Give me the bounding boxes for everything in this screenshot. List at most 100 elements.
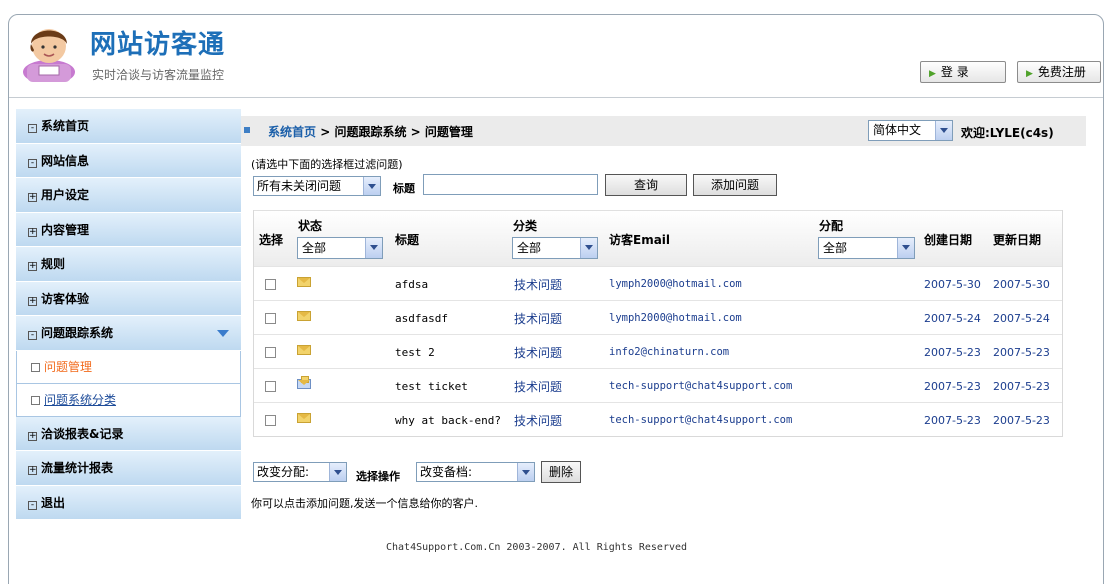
row-created: 2007-5-30 (924, 278, 981, 291)
row-email[interactable]: lymph2000@hotmail.com (609, 312, 742, 324)
header-created: 创建日期 (924, 233, 973, 247)
status-filter-select[interactable]: 所有未关闭问题 (253, 176, 381, 196)
sidebar-item-site-info[interactable]: - 网站信息 (16, 143, 241, 178)
title-filter-input[interactable] (423, 174, 598, 195)
table-row: asdfasdf 技术问题 lymph2000@hotmail.com 2007… (254, 300, 1062, 334)
sidebar-item-label: 内容管理 (41, 222, 90, 237)
dropdown-arrow-icon (897, 238, 914, 258)
envelope-icon (297, 413, 311, 423)
expand-box-icon: + (28, 430, 37, 441)
row-title: test ticket (395, 380, 468, 393)
row-email[interactable]: info2@chinaturn.com (609, 346, 729, 358)
change-assign-value: 改变分配: (257, 465, 310, 479)
collapse-box-icon: - (28, 124, 37, 133)
envelope-icon (297, 277, 311, 287)
header-email: 访客Email (609, 233, 671, 247)
login-label: 登 录 (940, 65, 969, 79)
row-checkbox[interactable] (265, 381, 276, 392)
dropdown-arrow-icon (517, 463, 534, 481)
breadcrumb-separator: > (406, 125, 425, 139)
operation-label: 选择操作 (356, 470, 400, 483)
login-button[interactable]: ▶ 登 录 (920, 61, 1006, 83)
row-category[interactable]: 技术问题 (514, 378, 562, 395)
row-updated: 2007-5-30 (993, 278, 1050, 291)
footer-copyright: Chat4Support.Com.Cn 2003-2007. All Right… (386, 542, 688, 553)
collapse-box-icon: - (28, 158, 37, 168)
register-button[interactable]: ▶ 免费注册 (1017, 61, 1101, 83)
header-divider (9, 97, 1103, 98)
row-updated: 2007-5-24 (993, 312, 1050, 325)
dropdown-arrow-icon (329, 463, 346, 481)
sidebar-item-label: 问题跟踪系统 (41, 326, 114, 340)
query-button[interactable]: 查询 (605, 174, 687, 196)
table-row: test ticket 技术问题 tech-support@chat4suppo… (254, 368, 1062, 402)
sidebar-item-label: 规则 (41, 257, 66, 271)
row-email[interactable]: tech-support@chat4support.com (609, 414, 792, 426)
change-archive-value: 改变备档: (420, 465, 473, 479)
sidebar-item-content[interactable]: + 内容管理 (16, 212, 241, 247)
welcome-text: 欢迎:LYLE(c4s) (961, 126, 1054, 140)
table-row: afdsa 技术问题 lymph2000@hotmail.com 2007-5-… (254, 266, 1062, 300)
brand-subtitle: 实时洽谈与访客流量监控 (92, 68, 225, 82)
row-checkbox[interactable] (265, 313, 276, 324)
change-assign-select[interactable]: 改变分配: (253, 462, 347, 482)
row-created: 2007-5-23 (924, 414, 981, 427)
issues-table: 选择 状态 全部 标题 分类 全部 访客Email 分配 全部 创建日期 更新日… (253, 210, 1063, 437)
sidebar-item-label: 网站信息 (41, 153, 90, 168)
assign-column-filter[interactable]: 全部 (818, 237, 915, 259)
breadcrumb-separator: > (316, 125, 335, 139)
row-category[interactable]: 技术问题 (514, 412, 562, 429)
status-column-filter[interactable]: 全部 (297, 237, 383, 259)
collapse-box-icon: - (28, 500, 37, 510)
status-column-filter-value: 全部 (302, 241, 327, 255)
sidebar-item-chat-reports[interactable]: + 洽谈报表&记录 (16, 416, 241, 451)
sidebar-item-logout[interactable]: - 退出 (16, 485, 241, 520)
category-column-filter-value: 全部 (517, 241, 542, 255)
sidebar-item-label: 流量统计报表 (41, 461, 114, 475)
row-category[interactable]: 技术问题 (514, 310, 562, 327)
arrow-right-icon: ▶ (1026, 69, 1033, 79)
bullet-square-icon (244, 127, 250, 133)
sidebar-subitem-issue-management[interactable]: 问题管理 (16, 350, 241, 384)
sidebar: - 系统首页 - 网站信息 + 用户设定 + 内容管理 + 规则 + 访客体验 - 问题跟踪系… (16, 109, 241, 520)
language-select[interactable]: 简体中文 (868, 120, 953, 141)
header-status: 状态 (298, 219, 323, 233)
change-archive-select[interactable]: 改变备档: (416, 462, 535, 482)
category-column-filter[interactable]: 全部 (512, 237, 598, 259)
row-email[interactable]: lymph2000@hotmail.com (609, 278, 742, 290)
sidebar-item-user-settings[interactable]: + 用户设定 (16, 178, 241, 213)
envelope-icon (297, 345, 311, 355)
breadcrumb-home-link[interactable]: 系统首页 (268, 125, 316, 139)
row-checkbox[interactable] (265, 415, 276, 426)
sidebar-item-traffic-reports[interactable]: + 流量统计报表 (16, 451, 241, 486)
row-created: 2007-5-24 (924, 312, 981, 325)
reply-envelope-icon (297, 376, 311, 389)
sidebar-item-home[interactable]: - 系统首页 (16, 109, 241, 144)
delete-button[interactable]: 删除 (541, 461, 581, 483)
sidebar-item-label: 洽谈报表&记录 (41, 426, 124, 441)
sidebar-item-label: 系统首页 (41, 119, 90, 133)
row-checkbox[interactable] (265, 279, 276, 290)
sidebar-item-issue-tracking[interactable]: - 问题跟踪系统 (16, 316, 241, 351)
row-updated: 2007-5-23 (993, 380, 1050, 393)
row-email[interactable]: tech-support@chat4support.com (609, 380, 792, 392)
collapse-box-icon: - (28, 331, 37, 340)
sidebar-item-rules[interactable]: + 规则 (16, 247, 241, 282)
breadcrumb-level2: 问题跟踪系统 (334, 125, 407, 139)
row-title: afdsa (395, 278, 429, 291)
help-note: 你可以点击添加问题,发送一个信息给你的客户. (251, 497, 478, 510)
sidebar-subitem-issue-categories[interactable]: 问题系统分类 (16, 383, 241, 417)
header-title: 标题 (395, 233, 420, 247)
row-checkbox[interactable] (265, 347, 276, 358)
sidebar-item-visitor-experience[interactable]: + 访客体验 (16, 281, 241, 316)
expand-box-icon: + (28, 226, 37, 237)
row-category[interactable]: 技术问题 (514, 344, 562, 361)
bullet-box-icon (31, 395, 40, 405)
dropdown-arrow-icon (365, 238, 382, 258)
language-value: 简体中文 (873, 123, 922, 137)
breadcrumb-bar: 系统首页 > 问题跟踪系统 > 问题管理 简体中文 欢迎:LYLE(c4s) (241, 116, 1086, 146)
brand-title: 网站访客通 (90, 30, 226, 60)
row-updated: 2007-5-23 (993, 414, 1050, 427)
add-issue-button[interactable]: 添加问题 (693, 174, 777, 196)
row-category[interactable]: 技术问题 (514, 276, 562, 293)
